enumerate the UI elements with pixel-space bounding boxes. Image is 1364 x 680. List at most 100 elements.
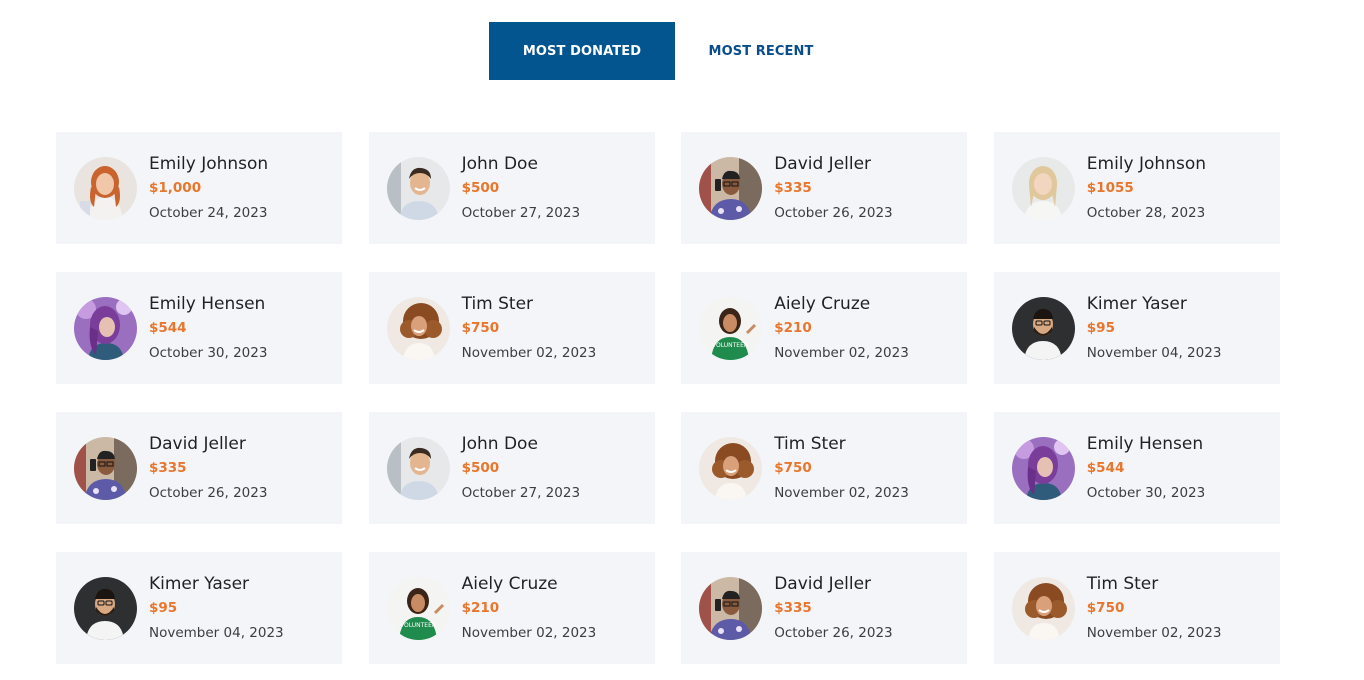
- woman-volunteer-icon: VOLUNTEER: [386, 576, 450, 640]
- woman-curlyhair-icon: [386, 296, 450, 360]
- donation-date: October 26, 2023: [149, 485, 268, 501]
- donor-card-15: David Jeller $335 October 26, 2023: [681, 552, 968, 664]
- donor-info: David Jeller $335 October 26, 2023: [774, 153, 892, 223]
- donation-amount: $210: [461, 600, 500, 616]
- donor-card-13: Kimer Yaser $95 November 04, 2023: [56, 552, 342, 664]
- donor-info: Tim Ster $750 November 02, 2023: [462, 293, 597, 363]
- man-smiling-icon: [386, 436, 450, 500]
- donor-info: Emily Hensen $544 October 30, 2023: [1087, 433, 1205, 503]
- donor-info: Tim Ster $750 November 02, 2023: [1087, 573, 1222, 643]
- donor-card-7: VOLUNTEER Aiely Cruze $210 November 02, …: [681, 272, 968, 384]
- donor-name: Emily Johnson: [1086, 154, 1206, 174]
- woman-curlyhair-icon: [699, 436, 763, 500]
- donor-name: John Doe: [461, 154, 538, 174]
- donation-amount: $750: [774, 460, 812, 476]
- donor-name: Tim Ster: [461, 294, 534, 314]
- donor-info: Aiely Cruze $210 November 02, 2023: [774, 293, 909, 363]
- woman-redhair-icon: [74, 156, 137, 220]
- donation-date: November 04, 2023: [1086, 345, 1222, 361]
- donation-amount: $544: [1086, 460, 1125, 476]
- man-smiling-icon: [386, 156, 450, 220]
- donor-info: John Doe $500 October 27, 2023: [462, 153, 580, 223]
- woman-blonde-icon: [1011, 156, 1075, 220]
- donor-name: Emily Johnson: [149, 154, 269, 174]
- donor-card-16: Tim Ster $750 November 02, 2023: [993, 552, 1280, 664]
- man-beard-glasses-icon: [1011, 296, 1075, 360]
- donation-amount: $335: [774, 180, 812, 196]
- tab-most-donated[interactable]: MOST DONATED: [489, 22, 675, 80]
- donation-amount: $1055: [1086, 180, 1134, 196]
- svg-text:VOLUNTEER: VOLUNTEER: [400, 622, 436, 629]
- donation-date: October 28, 2023: [1086, 205, 1206, 221]
- donor-info: Kimer Yaser $95 November 04, 2023: [1087, 293, 1222, 363]
- donor-name: Kimer Yaser: [149, 574, 250, 594]
- woman-purplehair-icon: [1011, 436, 1075, 500]
- donor-card-2: John Doe $500 October 27, 2023: [368, 132, 655, 244]
- woman-purplehair-icon: [74, 296, 137, 360]
- donation-date: November 02, 2023: [1086, 625, 1222, 641]
- donation-date: October 30, 2023: [1086, 485, 1206, 501]
- man-glasses-phone-icon: [74, 436, 137, 500]
- donation-date: November 02, 2023: [461, 625, 597, 641]
- man-beard-glasses-icon: [74, 576, 137, 640]
- donor-info: Tim Ster $750 November 02, 2023: [774, 433, 909, 503]
- donation-date: November 02, 2023: [461, 345, 597, 361]
- donor-info: John Doe $500 October 27, 2023: [462, 433, 580, 503]
- donor-name: Kimer Yaser: [1086, 294, 1187, 314]
- donation-amount: $750: [1086, 600, 1125, 616]
- svg-text:VOLUNTEER: VOLUNTEER: [712, 342, 748, 349]
- donation-date: October 24, 2023: [149, 205, 268, 221]
- donor-name: David Jeller: [149, 434, 246, 454]
- donor-info: Aiely Cruze $210 November 02, 2023: [462, 573, 597, 643]
- donation-amount: $1,000: [149, 180, 202, 196]
- donor-info: Emily Johnson $1,000 October 24, 2023: [149, 153, 268, 223]
- donation-amount: $210: [774, 320, 812, 336]
- donation-date: October 30, 2023: [149, 345, 268, 361]
- donor-name: Tim Ster: [774, 434, 846, 454]
- donation-date: October 27, 2023: [461, 485, 581, 501]
- donation-amount: $500: [461, 460, 500, 476]
- donor-info: Emily Hensen $544 October 30, 2023: [149, 293, 267, 363]
- donor-name: Tim Ster: [1086, 574, 1159, 594]
- donor-card-14: VOLUNTEER Aiely Cruze $210 November 02, …: [368, 552, 655, 664]
- donor-name: Aiely Cruze: [774, 294, 871, 314]
- donor-card-4: Emily Johnson $1055 October 28, 2023: [993, 132, 1280, 244]
- donor-card-10: John Doe $500 October 27, 2023: [368, 412, 655, 524]
- donation-date: November 02, 2023: [774, 485, 909, 501]
- donor-info: Kimer Yaser $95 November 04, 2023: [149, 573, 284, 643]
- donor-card-6: Tim Ster $750 November 02, 2023: [368, 272, 655, 384]
- woman-volunteer-icon: VOLUNTEER: [699, 296, 763, 360]
- man-glasses-phone-icon: [699, 576, 763, 640]
- donation-amount: $750: [461, 320, 500, 336]
- donation-date: October 26, 2023: [774, 205, 893, 221]
- donor-card-3: David Jeller $335 October 26, 2023: [681, 132, 968, 244]
- donor-name: Aiely Cruze: [461, 574, 558, 594]
- donor-name: John Doe: [461, 434, 538, 454]
- donation-tabs: MOST DONATED MOST RECENT: [489, 22, 847, 80]
- donor-card-9: David Jeller $335 October 26, 2023: [56, 412, 342, 524]
- woman-curlyhair-icon: [1011, 576, 1075, 640]
- donor-card-8: Kimer Yaser $95 November 04, 2023: [993, 272, 1280, 384]
- donor-name: David Jeller: [774, 574, 872, 594]
- donor-card-12: Emily Hensen $544 October 30, 2023: [993, 412, 1280, 524]
- donation-date: November 04, 2023: [149, 625, 284, 641]
- donation-date: November 02, 2023: [774, 345, 909, 361]
- donor-name: Emily Hensen: [149, 294, 266, 314]
- donor-info: David Jeller $335 October 26, 2023: [774, 573, 892, 643]
- donation-date: October 27, 2023: [461, 205, 581, 221]
- donor-info: David Jeller $335 October 26, 2023: [149, 433, 267, 503]
- donor-card-5: Emily Hensen $544 October 30, 2023: [56, 272, 342, 384]
- donation-date: October 26, 2023: [774, 625, 893, 641]
- donor-card-11: Tim Ster $750 November 02, 2023: [681, 412, 968, 524]
- donation-amount: $500: [461, 180, 500, 196]
- tab-most-recent[interactable]: MOST RECENT: [675, 22, 847, 80]
- donor-grid: Emily Johnson $1,000 October 24, 2023 Jo…: [56, 132, 1280, 664]
- donor-name: Emily Hensen: [1086, 434, 1204, 454]
- donation-amount: $95: [1086, 320, 1115, 336]
- man-glasses-phone-icon: [699, 156, 763, 220]
- donor-info: Emily Johnson $1055 October 28, 2023: [1087, 153, 1206, 223]
- donation-amount: $544: [149, 320, 187, 336]
- donor-name: David Jeller: [774, 154, 872, 174]
- donor-card-1: Emily Johnson $1,000 October 24, 2023: [56, 132, 342, 244]
- donation-amount: $335: [149, 460, 187, 476]
